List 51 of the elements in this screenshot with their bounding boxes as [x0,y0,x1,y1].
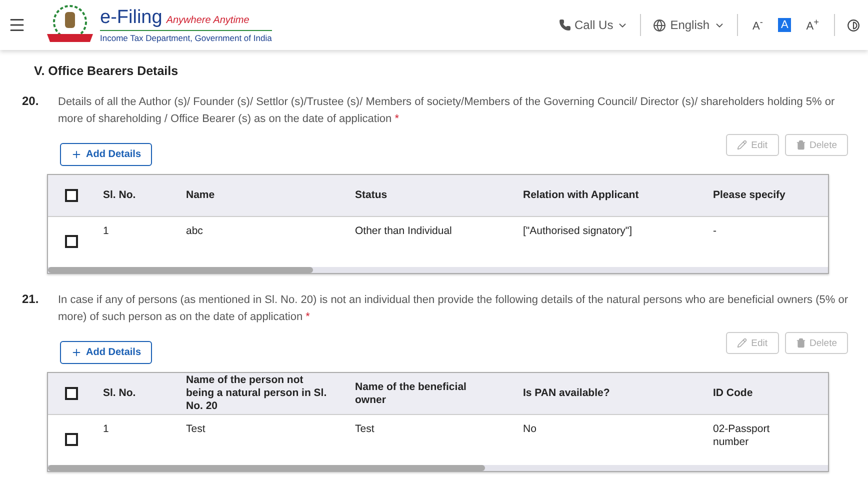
menu-icon[interactable] [8,16,26,34]
table-cell-text: No [523,423,538,436]
font-size-button[interactable]: A$^{+}$ [803,16,822,34]
globe-icon [653,18,666,32]
question-text: In case if any of persons (as mentioned in Sl. No. 20) is not an individual then provide the following details of the natural persons who are beneficial owners (5% or more) of such person as on the date of application * [58,293,848,325]
column-header: Relation with Applicant [523,189,640,202]
trash-icon [796,140,806,150]
table-cell-text: 1 [103,225,110,238]
column-header: Name of the beneficial owner [355,380,468,406]
column-header: Please specify [713,189,786,202]
table-cell-text: Test [186,423,206,436]
table-cell-text: - [713,225,718,238]
contrast-icon[interactable] [847,18,860,32]
question-number: 21. [22,292,40,308]
column-header: Sl. No. [103,189,137,202]
plus-icon [71,347,82,358]
add-details-button[interactable]: Add Details [60,143,152,166]
section-title: V. Office Bearers Details [34,64,180,78]
pencil-icon [737,140,748,150]
font-size-button[interactable]: A [778,18,792,32]
column-header: Status [355,189,388,202]
column-header: ID Code [713,387,754,400]
phone-icon [558,19,571,31]
table-cell-text: 1 [103,423,110,436]
language-dropdown[interactable]: English [653,18,725,32]
checkbox[interactable] [65,235,78,248]
checkbox[interactable] [65,387,78,400]
column-header: Sl. No. [103,387,137,400]
table-cell-text: abc [186,225,204,238]
table-cell-text: ["Authorised signatory"] [523,225,634,238]
column-header: Name [186,189,216,202]
add-details-button[interactable]: Add Details [60,341,152,364]
brand-tagline: Anywhere Anytime [166,15,250,26]
table-cell-text: 02-Passport number [713,423,771,449]
column-header: Is PAN available? [523,387,611,400]
table-cell-text: Other than Individual [355,225,453,238]
plus-icon [71,149,82,160]
pencil-icon [737,338,748,348]
scrollbar[interactable] [48,465,828,471]
font-size-button[interactable]: A$^{-}$ [750,16,766,34]
column-header: Name of the person not being a natural person in Sl. No. 20 [186,374,328,413]
question-text: Details of all the Author (s)/ Founder (s)/ Settlor (s)/Trustee (s)/ Members of society/Members of the Governing Council/ Director (s)/ shareholders holding 5% or more of shareholding / Office Bearer (s) as on the date of application * [58,95,836,127]
brand-name: e-Filing [100,7,162,29]
call-us-dropdown[interactable]: Call Us [558,18,628,32]
checkbox[interactable] [65,433,78,446]
question-number: 20. [22,94,40,110]
table-cell-text: Test [355,423,376,436]
brand-subtitle: Income Tax Department, Government of India [100,33,272,43]
trash-icon [796,338,806,348]
checkbox[interactable] [65,189,78,202]
scrollbar[interactable] [48,267,828,273]
